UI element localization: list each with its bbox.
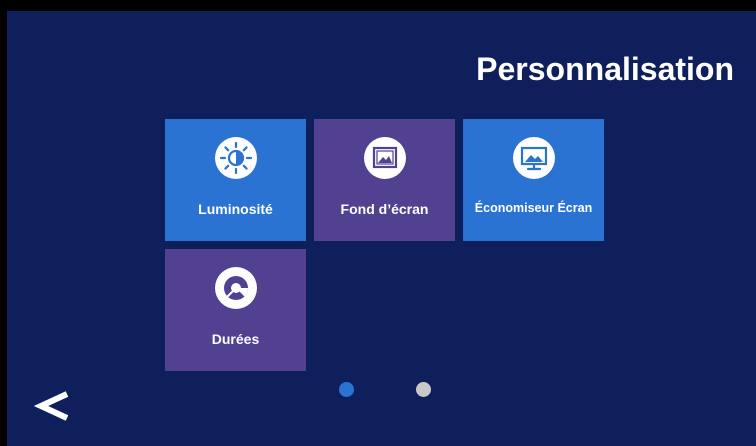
- image-icon: [363, 137, 406, 179]
- tile-label: Économiseur Écran: [474, 201, 593, 215]
- page-dot-2[interactable]: [416, 382, 431, 397]
- timer-icon: [214, 267, 257, 309]
- tile-label: Durées: [211, 331, 260, 347]
- brightness-icon: [214, 137, 257, 179]
- tile-fond-ecran[interactable]: Fond d’écran: [314, 119, 455, 241]
- tile-luminosite[interactable]: Luminosité: [165, 119, 306, 241]
- tile-durees[interactable]: Durées: [165, 249, 306, 371]
- page-dot-1[interactable]: [339, 382, 354, 397]
- tile-label: Fond d’écran: [340, 201, 429, 217]
- page-title: Personnalisation: [476, 51, 734, 87]
- tile-label: Luminosité: [198, 201, 273, 217]
- screensaver-icon: [512, 137, 555, 179]
- chevron-left-icon: [33, 391, 69, 421]
- tile-economiseur-ecran[interactable]: Économiseur Écran: [463, 119, 604, 241]
- screen: Personnalisation Luminosité Fond d’écran…: [7, 11, 756, 446]
- back-button[interactable]: [33, 386, 73, 426]
